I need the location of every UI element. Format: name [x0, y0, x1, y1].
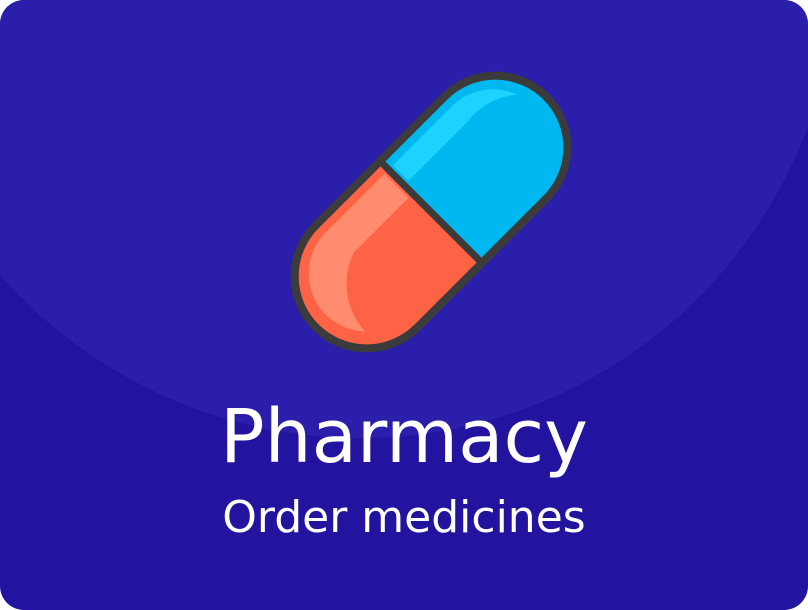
pharmacy-tile[interactable]: Pharmacy Order medicines — [0, 0, 808, 610]
tile-title: Pharmacy — [220, 394, 588, 480]
tile-subtitle: Order medicines — [222, 492, 586, 543]
